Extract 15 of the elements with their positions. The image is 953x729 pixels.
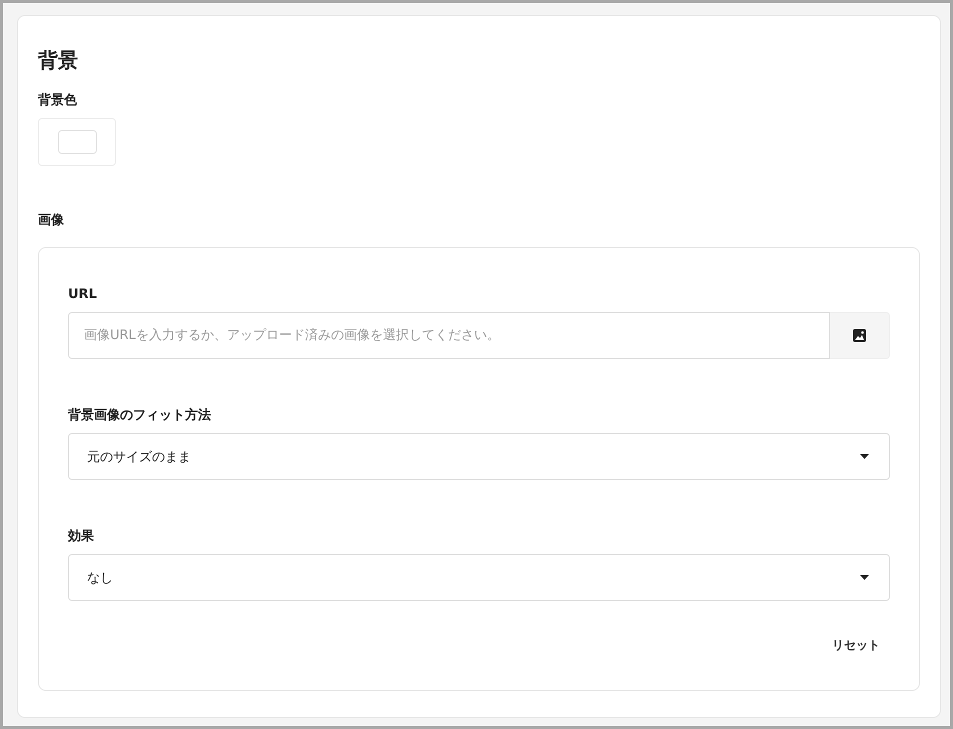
color-picker[interactable]: [38, 118, 116, 166]
field-label: 効果: [68, 528, 95, 546]
field-label: 背景画像のフィット方法: [68, 407, 212, 425]
section-title: 背景: [38, 47, 79, 74]
effect-dropdown[interactable]: なし: [68, 554, 890, 601]
caret-icon: [860, 454, 869, 459]
image-picker-button[interactable]: [830, 312, 890, 359]
url-field[interactable]: 画像URLを入力するか、アップロード済みの画像を選択してください。: [68, 312, 830, 359]
fit-dropdown[interactable]: 元のサイズのまま: [68, 433, 890, 480]
image-icon: [853, 329, 866, 342]
caret-icon: [860, 575, 869, 580]
reset-button[interactable]: リセット: [822, 633, 890, 658]
field-label: 背景色: [38, 92, 78, 110]
field-label: 画像: [38, 212, 65, 230]
field-label: URL: [68, 286, 98, 304]
